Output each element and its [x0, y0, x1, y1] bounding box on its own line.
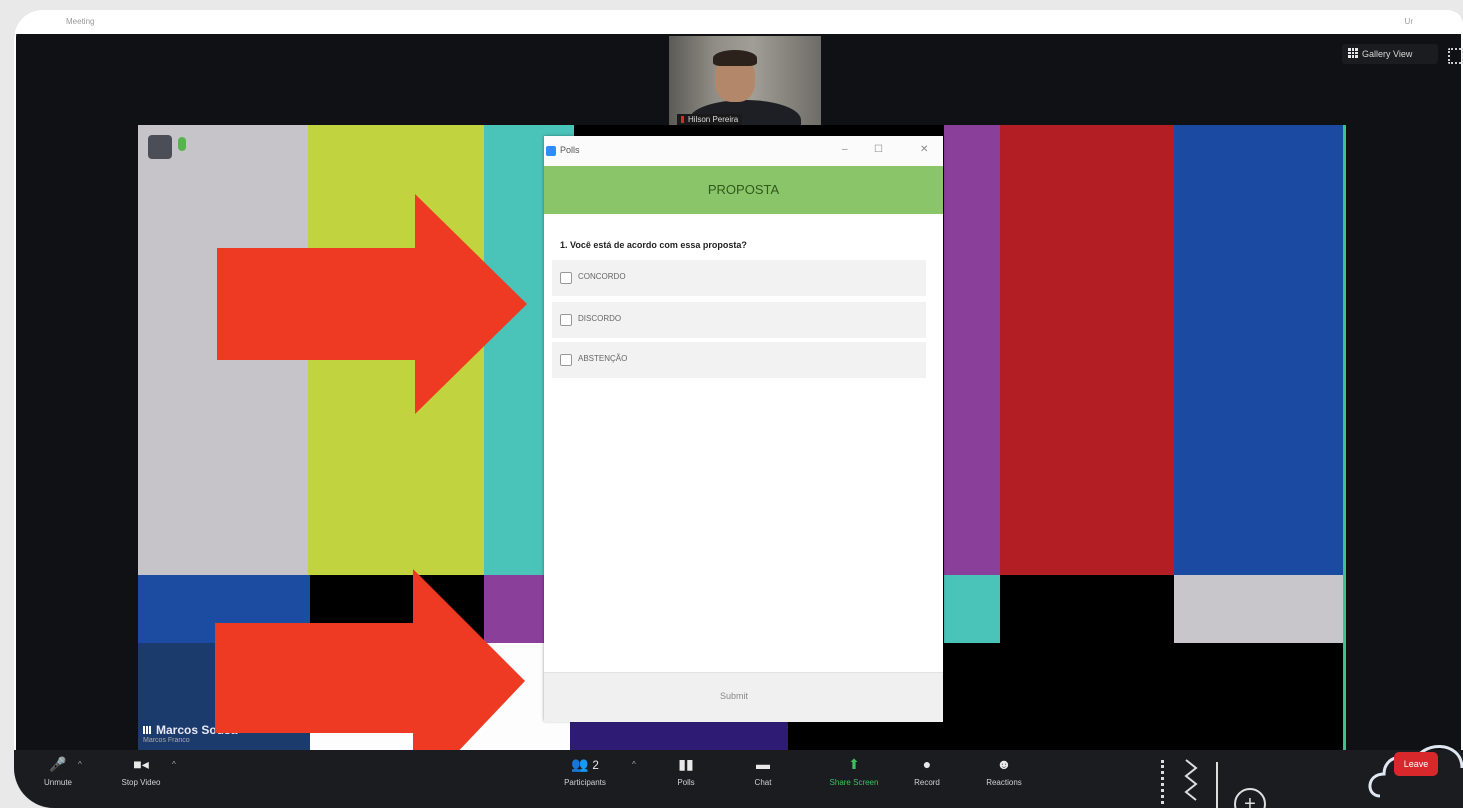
poll-title: PROPOSTA: [544, 166, 943, 214]
polls-footer: Submit: [544, 672, 943, 722]
muted-mic-icon: [681, 116, 684, 123]
reaction-emoji-icon: ☻: [996, 756, 1012, 772]
share-screen-label: Share Screen: [829, 778, 879, 787]
stop-video-label: Stop Video: [121, 778, 161, 787]
lower-bar-cyan: [944, 575, 1000, 643]
participants-icon: 👥 2: [571, 756, 599, 772]
poll-option-discordo[interactable]: DISCORDO: [552, 302, 926, 338]
record-icon: ●: [922, 756, 932, 772]
screen-share-icon: [148, 135, 172, 159]
polls-button[interactable]: ▮▮ Polls: [666, 756, 706, 787]
red-arrow-top-icon: [217, 194, 527, 414]
poll-option-label: CONCORDO: [578, 272, 626, 281]
participants-count: 2: [592, 759, 599, 772]
chevron-up-icon[interactable]: ^: [78, 760, 82, 769]
gallery-view-label: Gallery View: [1362, 49, 1413, 59]
chevron-up-icon[interactable]: ^: [172, 760, 176, 769]
window-title: Meeting: [66, 17, 95, 26]
presenter-subtitle: Marcos Franco: [143, 737, 190, 744]
poll-question: 1. Você está de acordo com essa proposta…: [560, 240, 747, 250]
maximize-icon[interactable]: ☐: [874, 144, 883, 155]
stop-video-button[interactable]: ■◂ Stop Video ^: [106, 756, 176, 787]
fullscreen-icon[interactable]: [1448, 48, 1463, 64]
chat-button[interactable]: ▬ Chat: [743, 756, 783, 787]
participants-button[interactable]: 👥 2 Participants ^: [552, 756, 636, 787]
polls-label: Polls: [677, 778, 695, 787]
share-screen-icon: ⬆: [848, 756, 860, 772]
chat-label: Chat: [754, 778, 772, 787]
share-status-icon: [178, 137, 186, 151]
poll-option-abstencao[interactable]: ABSTENÇÃO: [552, 342, 926, 378]
share-screen-button[interactable]: ⬆ Share Screen: [818, 756, 890, 787]
unmute-label: Unmute: [43, 778, 72, 787]
poll-option-label: DISCORDO: [578, 314, 622, 323]
submit-button[interactable]: Submit: [720, 691, 748, 701]
zoom-window: Meeting Ur Gallery View Hilson Pereira M…: [14, 10, 1463, 808]
participant-hair: [713, 50, 757, 66]
leave-button[interactable]: Leave: [1394, 752, 1438, 776]
poll-option-label: ABSTENÇÃO: [578, 354, 628, 363]
participant-name: Hilson Pereira: [688, 115, 739, 124]
gallery-view-button[interactable]: Gallery View: [1342, 44, 1438, 64]
participant-thumbnail[interactable]: Hilson Pereira: [669, 36, 821, 128]
reactions-label: Reactions: [986, 778, 1022, 787]
record-label: Record: [914, 778, 940, 787]
chevron-up-icon[interactable]: ^: [632, 760, 636, 769]
lower-bar-gray: [1174, 575, 1343, 643]
close-icon[interactable]: ✕: [920, 144, 928, 155]
participants-label: Participants: [564, 778, 606, 787]
dotted-line-decoration: [1161, 760, 1167, 804]
polls-window-title: Polls: [560, 145, 580, 155]
bar-chart-icon: ▮▮: [678, 756, 694, 772]
window-title-right: Ur: [1404, 17, 1413, 26]
polls-titlebar: Polls – ☐ ✕: [544, 136, 943, 166]
color-bar-red: [1000, 125, 1174, 575]
divider: [1216, 762, 1218, 808]
unmute-button[interactable]: 🎤 Unmute ^: [28, 756, 88, 787]
title-bar: Meeting Ur: [14, 10, 1463, 34]
record-button[interactable]: ● Record: [904, 756, 950, 787]
reactions-button[interactable]: ☻ Reactions: [976, 756, 1032, 787]
color-bar-blue: [1174, 125, 1343, 575]
minimize-icon[interactable]: –: [842, 144, 848, 155]
polls-window: Polls – ☐ ✕ PROPOSTA 1. Você está de aco…: [544, 136, 943, 722]
color-bar-magenta: [944, 125, 1000, 575]
poll-option-concordo[interactable]: CONCORDO: [552, 260, 926, 296]
grid-icon: [1348, 48, 1358, 58]
zigzag-decoration-icon: [1184, 759, 1198, 801]
zoom-logo-icon: [546, 146, 556, 156]
chat-bubble-icon: ▬: [756, 756, 770, 772]
signal-icon: [143, 726, 151, 734]
video-camera-icon: ■◂: [133, 756, 149, 772]
radio-icon[interactable]: [560, 314, 572, 326]
radio-icon[interactable]: [560, 272, 572, 284]
radio-icon[interactable]: [560, 354, 572, 366]
